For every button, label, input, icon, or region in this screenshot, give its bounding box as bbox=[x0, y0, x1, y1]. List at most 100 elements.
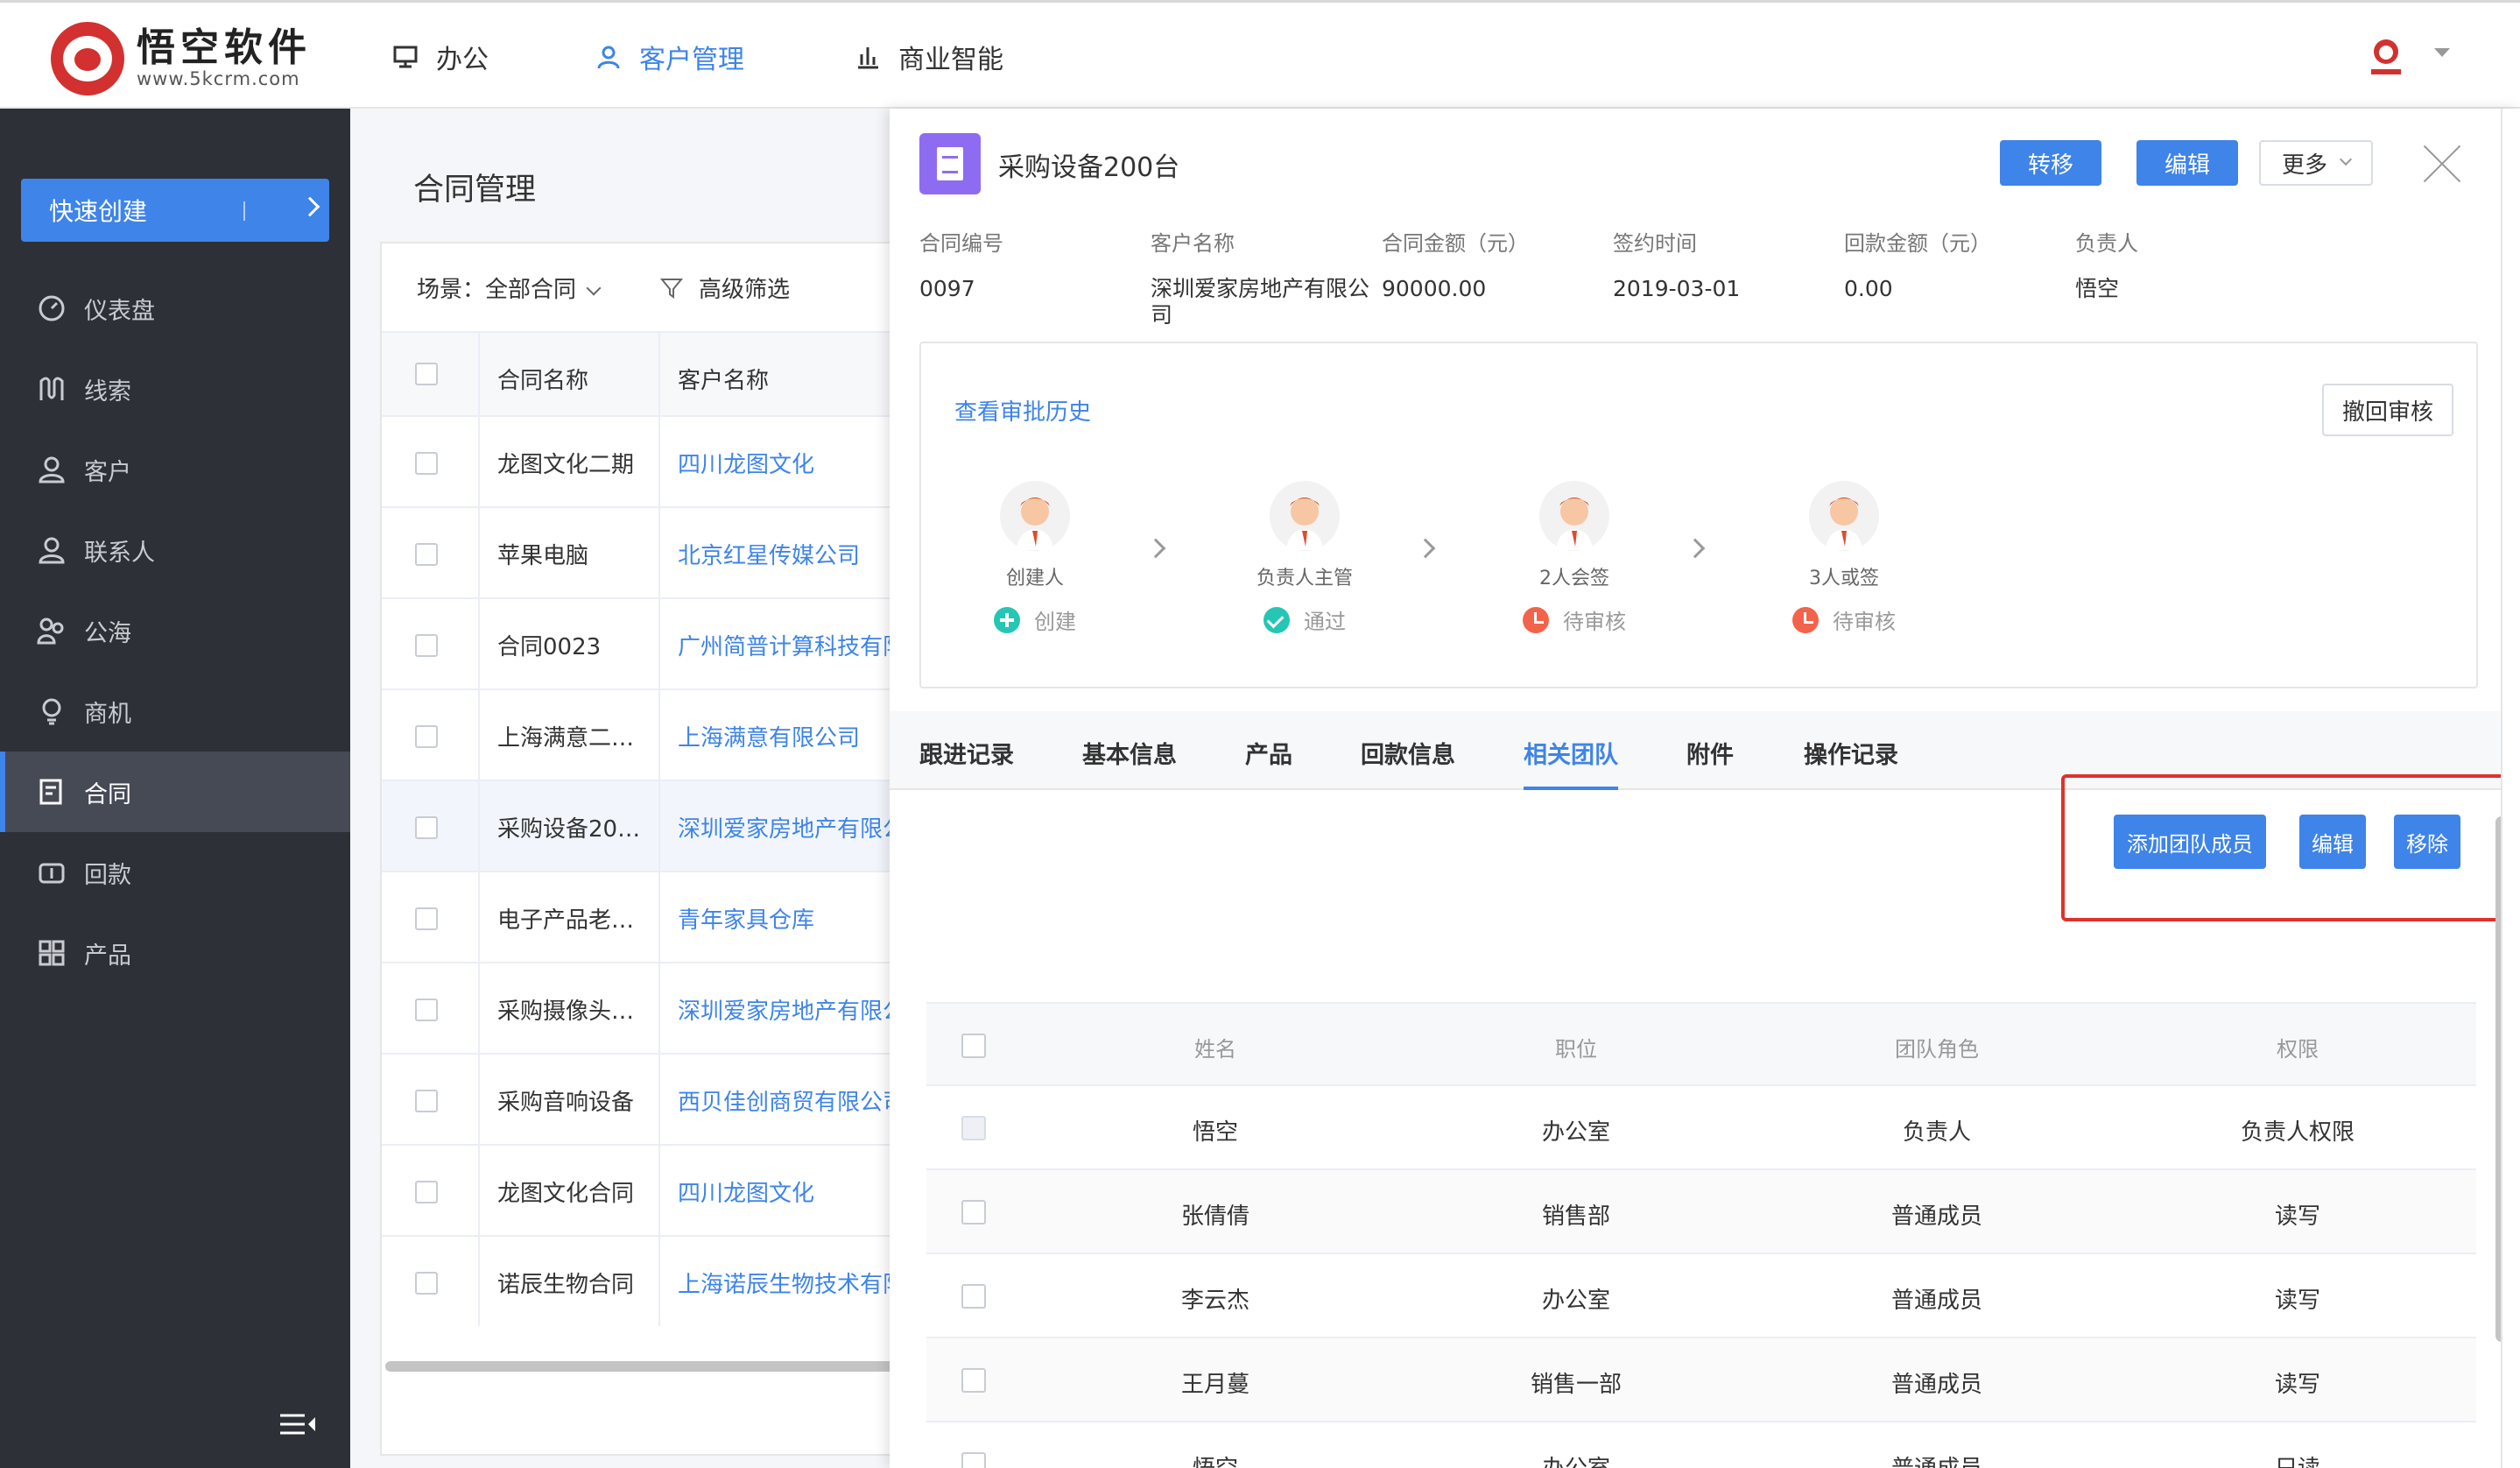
row-checkbox[interactable] bbox=[961, 1284, 986, 1309]
column-header: 权限 bbox=[2277, 1037, 2319, 1062]
contract-name[interactable]: 龙图文化二期 bbox=[497, 447, 672, 479]
select-all-checkbox[interactable] bbox=[415, 363, 438, 385]
sidebar-item-leads[interactable]: 线索 bbox=[0, 349, 350, 429]
sidebar-item-contacts[interactable]: 联系人 bbox=[0, 510, 350, 590]
contract-name[interactable]: 诺辰生物合同 bbox=[497, 1267, 672, 1299]
select-all-checkbox[interactable] bbox=[961, 1034, 986, 1058]
team-row[interactable]: 悟空 办公室 普通成员 只读 bbox=[926, 1422, 2476, 1468]
sidebar-item-dashboard[interactable]: 仪表盘 bbox=[0, 268, 350, 349]
contract-name[interactable]: 采购音响设备 bbox=[497, 1084, 672, 1117]
tab-attachments[interactable]: 附件 bbox=[1686, 736, 1734, 770]
quick-create-button[interactable]: 快速创建 bbox=[21, 179, 329, 242]
advanced-filter-button[interactable]: 高级筛选 bbox=[660, 272, 790, 304]
team-row[interactable]: 张倩倩 销售部 普通成员 读写 bbox=[926, 1170, 2476, 1254]
meta-owner: 负责人 悟空 bbox=[2075, 231, 2138, 301]
topnav-bi[interactable]: 商业智能 bbox=[855, 38, 1003, 76]
row-checkbox[interactable] bbox=[415, 1272, 438, 1295]
contract-name[interactable]: 电子产品老… bbox=[497, 902, 672, 935]
collapse-menu-icon[interactable] bbox=[278, 1412, 317, 1440]
topnav-crm[interactable]: 客户管理 bbox=[595, 38, 744, 76]
transfer-button[interactable]: 转移 bbox=[2000, 140, 2101, 186]
meta-received-amount: 回款金额（元） 0.00 bbox=[1844, 231, 1991, 301]
topnav-bi-label: 商业智能 bbox=[898, 45, 1003, 75]
brand-logo[interactable]: 悟空软件 www.5kcrm.com bbox=[51, 22, 312, 95]
tab-operation-log[interactable]: 操作记录 bbox=[1804, 736, 1898, 770]
row-checkbox[interactable] bbox=[415, 999, 438, 1021]
customer-icon bbox=[39, 456, 65, 483]
lead-icon bbox=[39, 377, 64, 400]
row-checkbox[interactable] bbox=[415, 543, 438, 566]
plus-circle-icon bbox=[994, 606, 1020, 633]
approval-step-name: 负责人主管 bbox=[1256, 568, 1353, 589]
revoke-approval-button[interactable]: 撤回审核 bbox=[2322, 384, 2453, 436]
sidebar-item-customers[interactable]: 客户 bbox=[0, 429, 350, 510]
topnav-office[interactable]: 办公 bbox=[392, 38, 489, 76]
edit-button[interactable]: 编辑 bbox=[2136, 140, 2238, 186]
contract-name[interactable]: 上海满意二… bbox=[497, 720, 672, 752]
row-checkbox[interactable] bbox=[961, 1200, 986, 1225]
row-checkbox[interactable] bbox=[961, 1452, 986, 1468]
team-table-header: 姓名 职位 团队角色 权限 bbox=[926, 1002, 2476, 1086]
chevron-down-icon bbox=[2339, 152, 2353, 166]
tab-products[interactable]: 产品 bbox=[1245, 736, 1292, 770]
sidebar-item-label: 线索 bbox=[84, 378, 131, 406]
tab-payments[interactable]: 回款信息 bbox=[1361, 736, 1455, 770]
meta-contract-no: 合同编号 0097 bbox=[919, 231, 1003, 301]
team-row[interactable]: 王月蔓 销售一部 普通成员 读写 bbox=[926, 1338, 2476, 1422]
contract-name[interactable]: 合同0023 bbox=[497, 629, 672, 661]
row-checkbox[interactable] bbox=[415, 634, 438, 657]
scene-dropdown[interactable]: 场景：全部合同 bbox=[417, 272, 602, 304]
highlight-box bbox=[2061, 774, 2520, 921]
sidebar-item-opportunities[interactable]: 商机 bbox=[0, 671, 350, 752]
team-row[interactable]: 李云杰 办公室 普通成员 读写 bbox=[926, 1254, 2476, 1338]
row-checkbox[interactable] bbox=[415, 452, 438, 475]
sidebar-item-label: 商机 bbox=[84, 700, 131, 728]
approval-history-link[interactable]: 查看审批历史 bbox=[954, 394, 1091, 427]
chevron-right-icon bbox=[1415, 538, 1436, 559]
contract-name[interactable]: 采购摄像头… bbox=[497, 993, 672, 1026]
approval-step-name: 2人会签 bbox=[1539, 568, 1609, 589]
sidebar-item-products[interactable]: 产品 bbox=[0, 913, 350, 993]
topnav-office-label: 办公 bbox=[436, 45, 489, 75]
monitor-icon bbox=[393, 46, 418, 68]
sidebar-item-label: 产品 bbox=[84, 942, 131, 970]
row-checkbox[interactable] bbox=[415, 907, 438, 930]
sidebar-item-label: 公海 bbox=[84, 619, 131, 647]
sidebar-item-contracts[interactable]: 合同 bbox=[0, 752, 350, 832]
row-checkbox[interactable] bbox=[415, 1181, 438, 1203]
sidebar-item-label: 客户 bbox=[84, 458, 131, 486]
chevron-down-icon[interactable] bbox=[2434, 48, 2450, 57]
chevron-down-icon bbox=[586, 280, 602, 296]
row-checkbox[interactable] bbox=[415, 816, 438, 839]
user-avatar[interactable] bbox=[2364, 38, 2408, 78]
top-header: 悟空软件 www.5kcrm.com 办公 客户管理 商业智能 bbox=[0, 0, 2520, 109]
contract-name[interactable]: 龙图文化合同 bbox=[497, 1175, 672, 1208]
row-checkbox[interactable] bbox=[961, 1368, 986, 1393]
sidebar-item-pool[interactable]: 公海 bbox=[0, 590, 350, 671]
approval-step-status: 待审核 bbox=[1833, 610, 1896, 634]
sidebar-item-label: 仪表盘 bbox=[84, 297, 155, 325]
divider bbox=[243, 201, 245, 221]
more-dropdown[interactable]: 更多 bbox=[2259, 140, 2373, 186]
tab-team[interactable]: 相关团队 bbox=[1524, 736, 1618, 770]
column-header[interactable]: 合同名称 bbox=[497, 363, 672, 395]
tab-basic-info[interactable]: 基本信息 bbox=[1082, 736, 1177, 770]
column-header: 团队角色 bbox=[1895, 1037, 1979, 1062]
row-checkbox[interactable] bbox=[415, 1090, 438, 1112]
tab-followup[interactable]: 跟进记录 bbox=[919, 736, 1014, 770]
approval-step-status: 待审核 bbox=[1563, 610, 1626, 634]
meta-customer-name: 客户名称 深圳爱家房地产有限公司 bbox=[1151, 231, 1370, 328]
contract-title: 采购设备200台 bbox=[998, 152, 1180, 183]
team-row[interactable]: 悟空 办公室 负责人 负责人权限 bbox=[926, 1086, 2476, 1170]
column-header: 职位 bbox=[1555, 1037, 1597, 1062]
approval-step-name: 3人或签 bbox=[1809, 568, 1879, 589]
pool-icon bbox=[37, 618, 64, 645]
sidebar-item-payments[interactable]: 回款 bbox=[0, 832, 350, 913]
approval-step: 2人会签 待审核 bbox=[1487, 480, 1662, 635]
active-tab-indicator bbox=[1524, 787, 1618, 790]
contract-name[interactable]: 采购设备20… bbox=[497, 811, 672, 843]
close-icon[interactable] bbox=[2422, 144, 2462, 184]
row-checkbox[interactable] bbox=[415, 725, 438, 748]
contract-name[interactable]: 苹果电脑 bbox=[497, 538, 672, 570]
approval-step-status: 通过 bbox=[1304, 610, 1346, 634]
